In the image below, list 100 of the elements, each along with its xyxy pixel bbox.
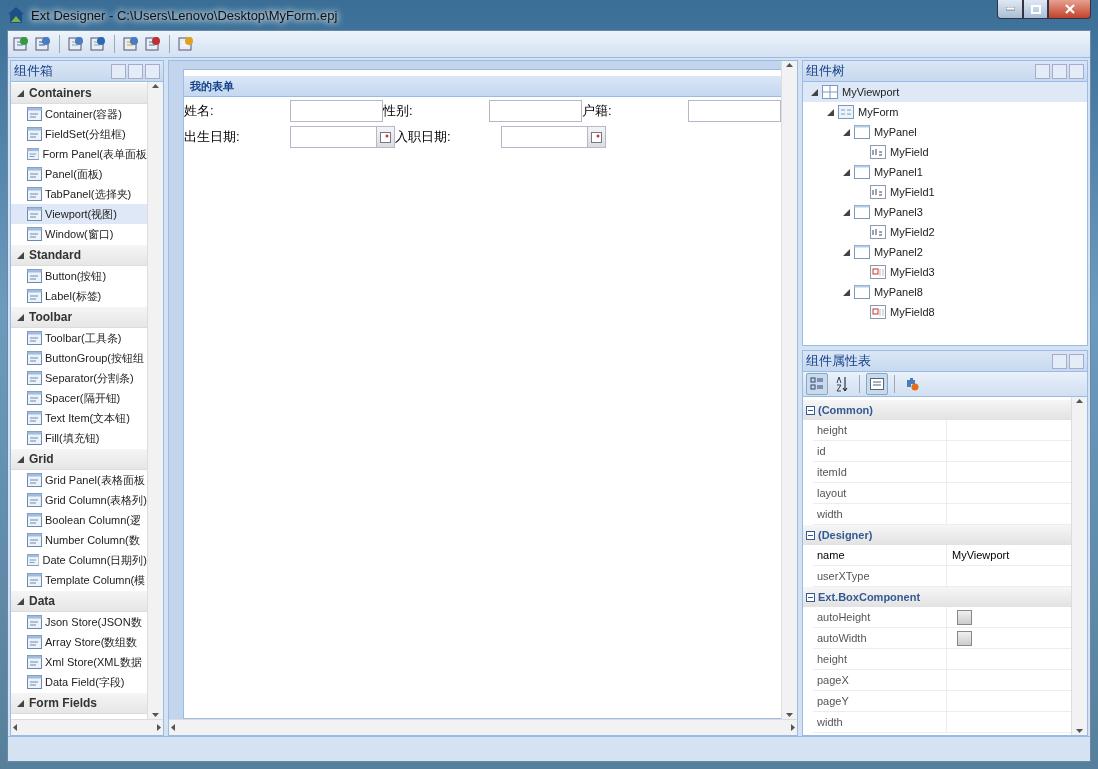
toolbar-icon[interactable] <box>67 35 85 53</box>
close-button[interactable] <box>1048 0 1091 19</box>
minimize-icon <box>1005 7 1015 11</box>
toolbar-icon[interactable] <box>122 35 140 53</box>
text-field-icon <box>870 225 886 239</box>
field-label: 出生日期: <box>184 128 241 146</box>
property-name: itemId <box>813 462 947 482</box>
property-name: pageY <box>813 691 947 711</box>
panel-title: 组件属性表 <box>806 352 871 370</box>
component-icon <box>27 351 42 365</box>
property-group[interactable]: (Designer) <box>818 529 873 541</box>
expand-triangle-icon[interactable] <box>17 699 24 707</box>
horizontal-scrollbar[interactable] <box>169 719 797 735</box>
group-header[interactable]: Grid <box>29 452 54 466</box>
component-icon <box>27 635 42 649</box>
component-icon <box>27 167 42 181</box>
calendar-icon <box>591 131 603 143</box>
property-group[interactable]: (Common) <box>818 404 873 416</box>
toolbox-item[interactable]: Viewport(视图) <box>11 204 147 224</box>
puzzle-icon <box>905 377 919 391</box>
expand-triangle-icon[interactable] <box>843 288 850 296</box>
component-icon <box>27 675 42 689</box>
expand-triangle-icon[interactable] <box>843 248 850 256</box>
sort-az-icon <box>835 376 849 392</box>
text-field-icon <box>870 145 886 159</box>
scroll-right-icon[interactable] <box>788 723 797 732</box>
field-label: 户籍: <box>582 102 613 120</box>
date-field-icon <box>870 305 886 319</box>
horizontal-scrollbar[interactable] <box>11 719 163 735</box>
property-name: userXType <box>813 566 947 586</box>
expand-triangle-icon[interactable] <box>843 168 850 176</box>
property-pages-button[interactable] <box>866 373 888 395</box>
panel-icon <box>854 205 870 219</box>
date-field[interactable] <box>501 126 589 148</box>
component-icon <box>27 127 42 141</box>
toolbar-icon[interactable] <box>144 35 162 53</box>
panel-icon <box>854 125 870 139</box>
vertical-scrollbar[interactable] <box>1071 397 1087 735</box>
maximize-button[interactable] <box>1023 0 1048 19</box>
date-picker-button[interactable] <box>377 126 395 148</box>
component-icon <box>27 493 42 507</box>
property-name: name <box>813 545 947 565</box>
close-icon <box>1064 4 1075 14</box>
group-header[interactable]: Data <box>29 594 55 608</box>
field-label: 姓名: <box>184 102 215 120</box>
checkbox[interactable] <box>957 630 972 646</box>
minimize-button[interactable] <box>997 0 1023 19</box>
expand-triangle-icon[interactable] <box>811 88 818 96</box>
text-field-icon <box>870 185 886 199</box>
component-icon <box>27 473 42 487</box>
property-name: layout <box>813 483 947 503</box>
app-logo-icon <box>7 6 25 24</box>
component-icon <box>27 331 42 345</box>
expand-triangle-icon[interactable] <box>827 108 834 116</box>
toolbar-icon[interactable] <box>12 35 30 53</box>
panel-title: 组件箱 <box>14 62 53 80</box>
vertical-scrollbar[interactable] <box>147 82 163 719</box>
component-icon <box>27 187 42 201</box>
field-label: 性别: <box>383 102 414 120</box>
component-icon <box>27 533 42 547</box>
component-icon <box>27 553 40 567</box>
form-title: 我的表单 <box>190 78 234 94</box>
component-icon <box>27 371 42 385</box>
expand-triangle-icon[interactable] <box>17 597 24 605</box>
date-picker-button[interactable] <box>588 126 606 148</box>
expand-triangle-icon[interactable] <box>17 89 24 97</box>
field-label: 入职日期: <box>395 128 452 146</box>
property-value[interactable]: MyViewport <box>947 545 1071 565</box>
expand-triangle-icon[interactable] <box>17 313 24 321</box>
component-icon <box>27 207 42 221</box>
toolbar-icon[interactable] <box>34 35 52 53</box>
scroll-left-icon[interactable] <box>11 723 20 732</box>
panel-icon <box>854 245 870 259</box>
checkbox[interactable] <box>957 609 972 625</box>
property-name: id <box>813 441 947 461</box>
scroll-up-icon[interactable] <box>785 61 794 70</box>
text-field[interactable] <box>688 100 781 122</box>
tree-node[interactable]: MyViewport <box>803 82 1087 102</box>
toolbar-icon[interactable] <box>89 35 107 53</box>
panel-icon <box>854 285 870 299</box>
collapse-icon[interactable] <box>806 592 815 602</box>
component-icon <box>27 391 42 405</box>
expand-triangle-icon[interactable] <box>17 251 24 259</box>
expand-triangle-icon[interactable] <box>843 208 850 216</box>
property-name: width <box>813 504 947 524</box>
text-field[interactable] <box>489 100 582 122</box>
expand-triangle-icon[interactable] <box>843 128 850 136</box>
scroll-left-icon[interactable] <box>169 723 178 732</box>
component-icon <box>27 411 42 425</box>
text-field[interactable] <box>290 100 383 122</box>
scroll-right-icon[interactable] <box>154 723 163 732</box>
collapse-icon[interactable] <box>806 405 815 415</box>
collapse-icon[interactable] <box>806 530 815 540</box>
component-icon <box>27 289 42 303</box>
expand-triangle-icon[interactable] <box>17 455 24 463</box>
date-field[interactable] <box>290 126 378 148</box>
component-icon <box>27 147 40 161</box>
vertical-scrollbar[interactable] <box>781 61 797 719</box>
property-name: height <box>813 649 947 669</box>
component-icon <box>27 269 42 283</box>
